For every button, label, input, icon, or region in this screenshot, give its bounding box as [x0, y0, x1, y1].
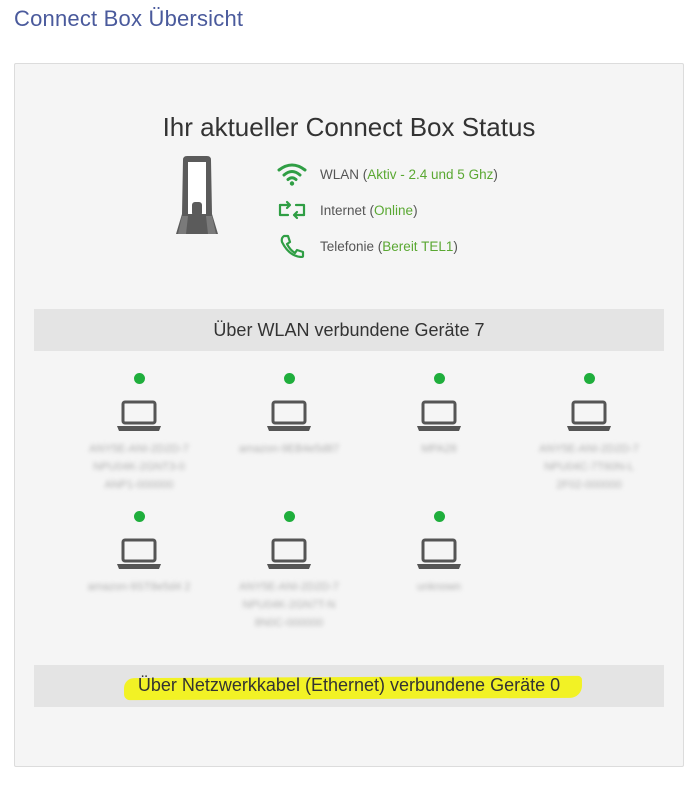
wlan-value: Aktiv - 2.4 und 5 Ghz — [367, 166, 494, 182]
internet-value: Online — [374, 202, 414, 218]
laptop-icon — [117, 400, 161, 431]
wlan-devices-header: Über WLAN verbundene Geräte 7 — [34, 309, 664, 351]
wlan-device-item[interactable]: unknown — [379, 511, 499, 596]
device-name: ANY5E-ANI-2D2D-7 NPU04K-2GN7T-N 8N0C-000… — [239, 581, 339, 629]
wlan-device-item[interactable]: MPA28 — [379, 373, 499, 458]
laptop-icon — [417, 538, 461, 569]
status-row-wlan: WLAN (Aktiv - 2.4 und 5 Ghz) — [277, 156, 498, 192]
internet-icon — [277, 197, 307, 223]
laptop-icon — [267, 400, 311, 431]
wlan-device-item[interactable]: ANY5E-ANI-2D2D-7 NPU04K-2GNT3-0 ANP1-000… — [79, 373, 199, 494]
online-status-dot — [433, 373, 445, 384]
wlan-device-item[interactable]: amazon-9ST8e5d4 2 — [79, 511, 199, 596]
telefonie-value: Bereit TEL1 — [382, 238, 454, 254]
online-status-dot — [283, 373, 295, 384]
device-name: MPA28 — [421, 443, 457, 455]
overview-panel: Ihr aktueller Connect Box Status WLAN (A… — [14, 63, 684, 767]
laptop-icon — [567, 400, 611, 431]
router-icon — [176, 156, 218, 234]
laptop-icon — [417, 400, 461, 431]
online-status-dot — [133, 373, 145, 384]
page-title: Connect Box Übersicht — [14, 6, 244, 31]
phone-icon — [277, 233, 307, 259]
wlan-device-item[interactable]: ANY5E-ANI-2D2D-7 NPU04K-2GN7T-N 8N0C-000… — [229, 511, 349, 632]
status-row-telefonie: Telefonie (Bereit TEL1) — [277, 228, 498, 264]
wlan-label: WLAN — [320, 166, 360, 182]
device-name: unknown — [416, 581, 462, 593]
status-row-internet: Internet (Online) — [277, 192, 498, 228]
device-name: ANY5E-ANI-2D2D-7 NPU04C-7T60N-L 2F02-000… — [539, 443, 639, 491]
laptop-icon — [117, 538, 161, 569]
wifi-icon — [277, 161, 307, 187]
internet-label: Internet — [320, 202, 366, 218]
ethernet-devices-label-overlay: Über Netzwerkkabel (Ethernet) verbundene… — [137, 675, 561, 695]
device-name: amazon-9EB4e5d87 — [238, 443, 340, 455]
status-heading: Ihr aktueller Connect Box Status — [162, 112, 536, 142]
online-status-dot — [133, 511, 145, 522]
device-name: ANY5E-ANI-2D2D-7 NPU04K-2GNT3-0 ANP1-000… — [89, 443, 189, 491]
wlan-device-item[interactable]: amazon-9EB4e5d87 — [229, 373, 349, 458]
status-list: WLAN (Aktiv - 2.4 und 5 Ghz) Internet (O… — [277, 156, 498, 264]
telefonie-label: Telefonie — [320, 238, 375, 254]
online-status-dot — [433, 511, 445, 522]
online-status-dot — [283, 511, 295, 522]
wlan-device-item[interactable]: ANY5E-ANI-2D2D-7 NPU04C-7T60N-L 2F02-000… — [529, 373, 649, 494]
online-status-dot — [583, 373, 595, 384]
device-name: amazon-9ST8e5d4 2 — [87, 581, 191, 593]
laptop-icon — [267, 538, 311, 569]
